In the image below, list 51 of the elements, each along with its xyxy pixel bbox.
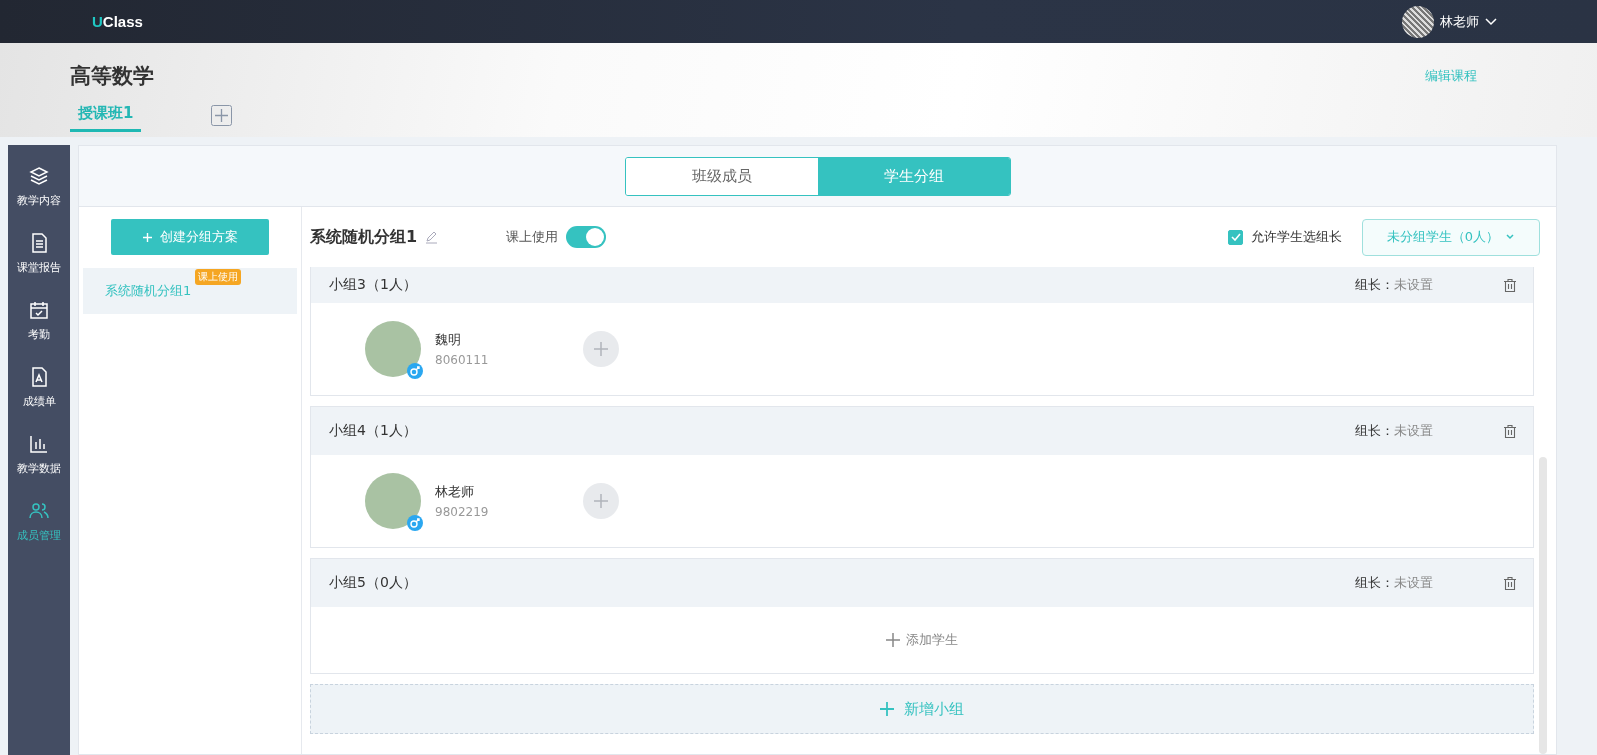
sidebar-item[interactable]: 课堂报告	[8, 232, 70, 275]
student-id: 8060111	[435, 353, 489, 367]
chevron-down-icon[interactable]	[1485, 17, 1497, 26]
group-title: 小组4（1人）	[329, 422, 417, 440]
toggle-switch[interactable]	[566, 226, 607, 248]
sidebar-item[interactable]: 成员管理	[8, 500, 70, 543]
delete-icon[interactable]	[1503, 423, 1517, 439]
student-name: 林老师	[435, 483, 475, 501]
plan-title: 系统随机分组1	[310, 226, 418, 248]
segment-tab[interactable]: 学生分组	[817, 157, 1010, 195]
male-icon	[407, 515, 423, 531]
delete-icon[interactable]	[1503, 277, 1517, 293]
sidebar-item[interactable]: 教学内容	[8, 165, 70, 208]
sidebar-item[interactable]: 考勤	[8, 299, 70, 342]
logo[interactable]: UClass	[92, 13, 143, 30]
edit-icon[interactable]	[425, 230, 439, 244]
student-id: 9802219	[435, 505, 489, 519]
segment-tab[interactable]: 班级成员	[625, 157, 818, 195]
calendar-check-icon	[28, 299, 50, 321]
leader-value: 未设置	[1394, 574, 1433, 592]
group-title: 小组5（0人）	[329, 574, 417, 592]
ungrouped-students-button[interactable]: 未分组学生（0人）	[1362, 218, 1540, 256]
leader-value: 未设置	[1394, 422, 1433, 440]
add-student-button[interactable]: 添加学生	[886, 631, 958, 649]
layers-icon	[28, 165, 50, 187]
checkbox-label: 允许学生选组长	[1251, 228, 1342, 246]
student-name: 魏明	[435, 331, 462, 349]
in-class-badge: 课上使用	[195, 269, 241, 285]
plus-icon	[880, 702, 894, 716]
create-plan-button[interactable]: 创建分组方案	[111, 219, 269, 255]
user-avatar[interactable]	[1402, 5, 1434, 38]
add-student-icon[interactable]	[583, 483, 620, 519]
add-student-icon[interactable]	[583, 331, 620, 367]
course-title: 高等数学	[70, 63, 154, 90]
leader-label: 组长：	[1355, 574, 1394, 592]
plus-icon	[142, 232, 152, 242]
group-title: 小组3（1人）	[329, 276, 417, 294]
plus-icon	[886, 633, 900, 647]
delete-icon[interactable]	[1503, 575, 1517, 591]
leader-value: 未设置	[1394, 276, 1433, 294]
bar-chart-icon	[28, 433, 50, 455]
sidebar-item[interactable]: 成绩单	[8, 366, 70, 409]
chevron-down-icon	[1505, 234, 1516, 240]
in-class-label: 课上使用	[506, 228, 559, 246]
sidebar-item[interactable]: 教学数据	[8, 433, 70, 476]
leader-label: 组长：	[1355, 422, 1394, 440]
add-tab-icon[interactable]	[211, 104, 233, 126]
leader-label: 组长：	[1355, 276, 1394, 294]
checkbox[interactable]	[1228, 229, 1243, 245]
male-icon	[407, 363, 423, 379]
user-name[interactable]: 林老师	[1440, 12, 1479, 31]
